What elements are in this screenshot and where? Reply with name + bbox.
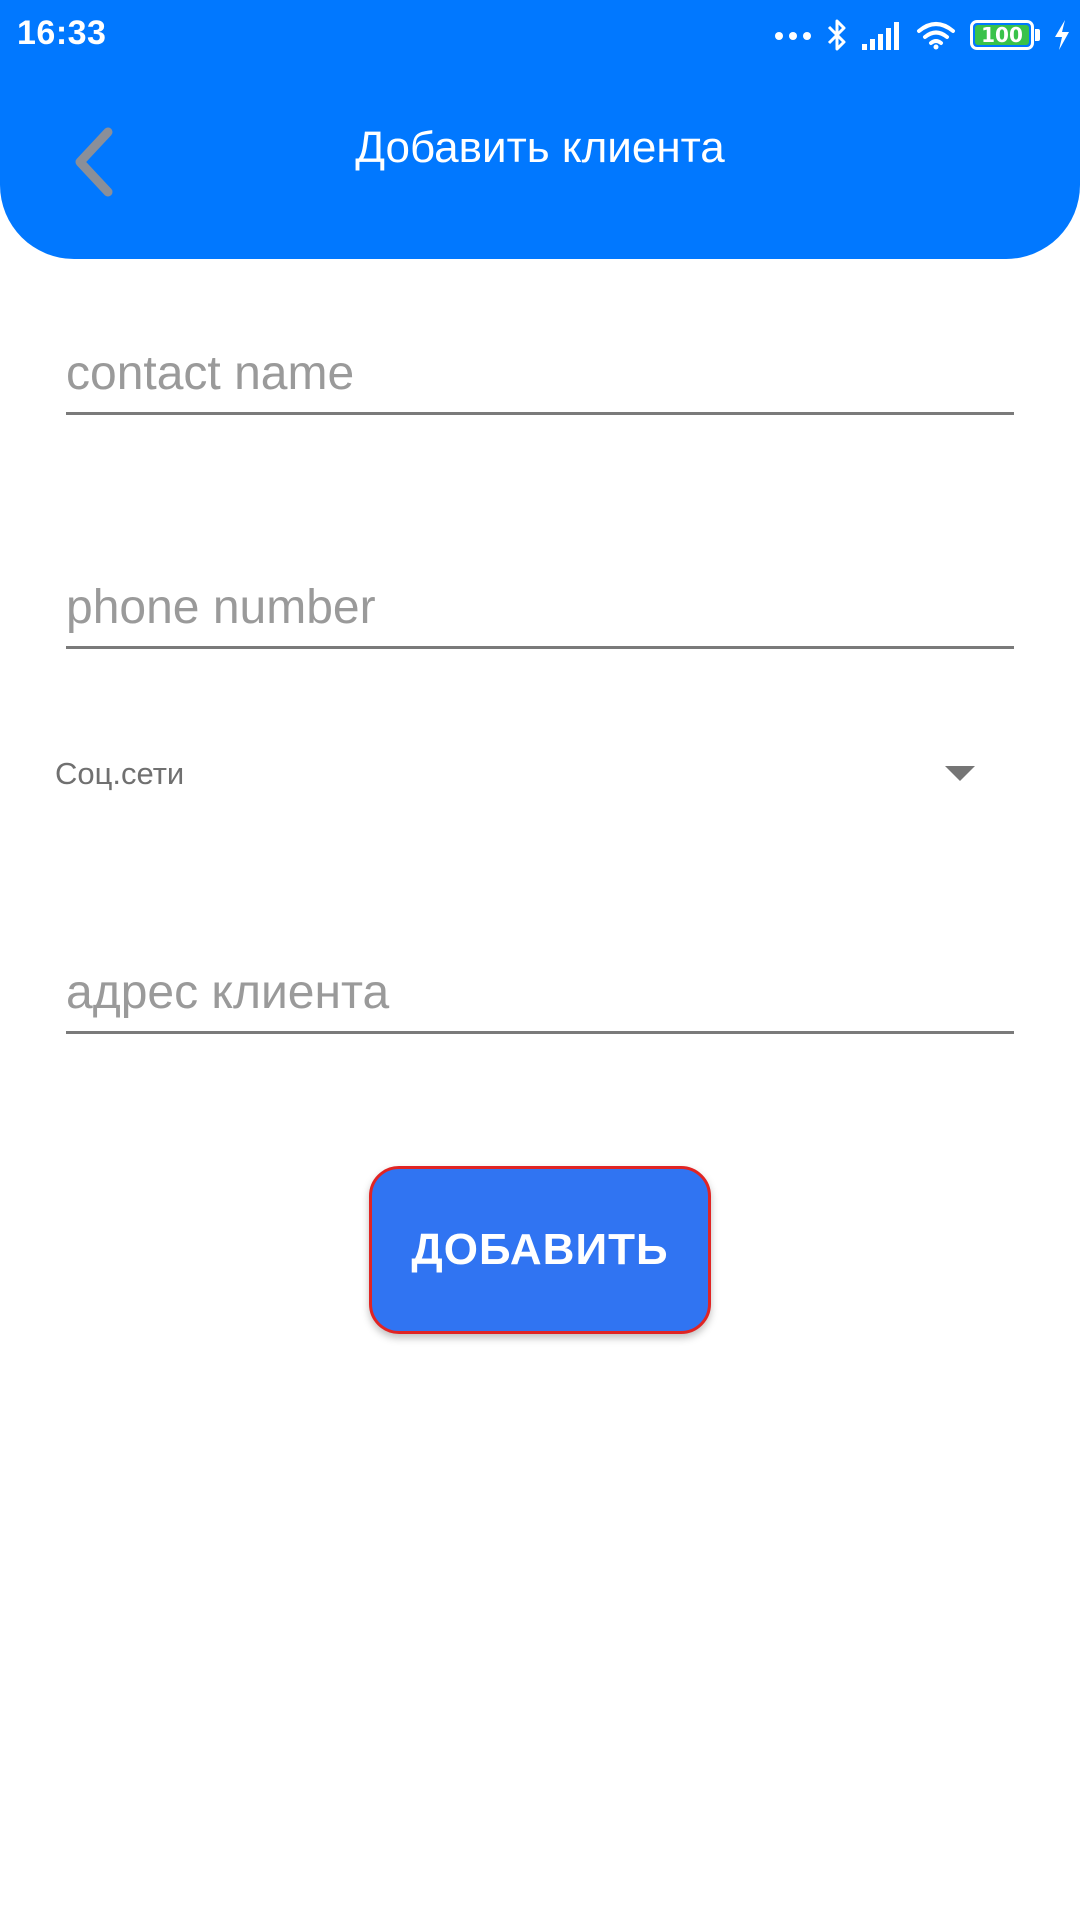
client-address-input[interactable] [66,954,1014,1031]
status-time: 16:33 [17,14,107,52]
battery-icon: 100 [970,20,1040,50]
phone-number-field[interactable] [66,569,1014,649]
social-networks-spinner[interactable]: Соц.сети [55,740,985,810]
client-address-field[interactable] [66,954,1014,1034]
page-title: Добавить клиента [355,123,725,172]
add-client-button[interactable]: ДОБАВИТЬ [369,1166,711,1334]
spinner-selected-value: Соц.сети [55,756,185,791]
bluetooth-icon [826,18,848,52]
chevron-left-icon [60,127,130,206]
more-dots-icon [774,29,812,41]
wifi-icon [916,20,956,50]
battery-body: 100 [970,20,1034,50]
phone-number-input[interactable] [66,569,1014,646]
battery-nub [1035,29,1040,41]
dropdown-arrow-icon [945,766,975,781]
status-icons: 100 [774,14,1070,56]
contact-name-input[interactable] [66,335,1014,412]
contact-name-field[interactable] [66,335,1014,415]
charging-icon [1054,20,1070,50]
battery-level: 100 [981,23,1023,47]
status-bar: 16:33 100 [0,0,1080,70]
signal-icon [862,20,902,50]
